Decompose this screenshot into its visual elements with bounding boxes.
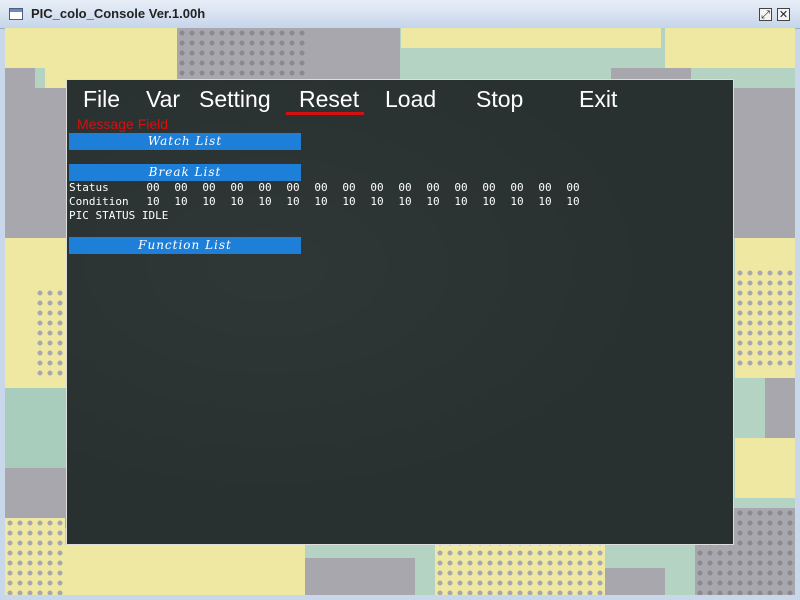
status-value: 00 <box>538 181 552 194</box>
condition-value: 10 <box>482 195 496 208</box>
bg-block <box>305 558 415 595</box>
status-value: 00 <box>258 181 272 194</box>
menu-file[interactable]: File <box>83 86 120 116</box>
break-list-header[interactable]: Break List <box>69 164 301 181</box>
bg-block <box>5 518 65 595</box>
menu-exit[interactable]: Exit <box>579 86 617 116</box>
title-bar[interactable]: PIC_colo_Console Ver.1.00h ⤢ ✕ <box>0 0 800 29</box>
menu-setting[interactable]: Setting <box>199 86 271 116</box>
condition-label: Condition <box>69 195 129 208</box>
condition-value: 10 <box>398 195 412 208</box>
bg-block <box>401 28 661 48</box>
bg-block <box>605 568 665 595</box>
status-value: 00 <box>314 181 328 194</box>
status-label: Status <box>69 181 109 194</box>
condition-value: 10 <box>314 195 328 208</box>
restore-icon[interactable]: ⤢ <box>759 8 772 21</box>
status-value: 00 <box>286 181 300 194</box>
condition-value: 10 <box>174 195 188 208</box>
status-value: 00 <box>510 181 524 194</box>
window-title: PIC_colo_Console Ver.1.00h <box>31 6 206 21</box>
status-value: 00 <box>426 181 440 194</box>
bg-block <box>735 438 795 498</box>
bg-block <box>765 378 795 438</box>
active-menu-underline <box>286 112 364 115</box>
bg-block <box>65 545 305 595</box>
menu-load[interactable]: Load <box>385 86 436 116</box>
condition-value: 10 <box>230 195 244 208</box>
condition-value: 10 <box>146 195 160 208</box>
status-value: 00 <box>454 181 468 194</box>
condition-value: 10 <box>510 195 524 208</box>
condition-value: 10 <box>202 195 216 208</box>
status-value: 00 <box>398 181 412 194</box>
bg-block <box>305 28 400 80</box>
bg-block <box>5 88 67 238</box>
bg-block <box>35 288 67 378</box>
pic-status: PIC STATUS IDLE <box>69 209 169 222</box>
bg-block <box>177 28 317 80</box>
status-value: 00 <box>342 181 356 194</box>
bg-block <box>735 268 795 368</box>
watch-list-header[interactable]: Watch List <box>69 133 301 150</box>
condition-value: 10 <box>426 195 440 208</box>
window-icon <box>9 8 23 20</box>
status-value: 00 <box>146 181 160 194</box>
menu-var[interactable]: Var <box>146 86 180 116</box>
condition-value: 10 <box>566 195 580 208</box>
bg-block <box>5 388 67 468</box>
app-window: PIC_colo_Console Ver.1.00h ⤢ ✕ File Var … <box>0 0 800 600</box>
close-icon[interactable]: ✕ <box>777 8 790 21</box>
status-value: 00 <box>566 181 580 194</box>
condition-value: 10 <box>258 195 272 208</box>
status-value: 00 <box>482 181 496 194</box>
menu-stop[interactable]: Stop <box>476 86 523 116</box>
status-value: 00 <box>174 181 188 194</box>
function-list-header[interactable]: Function List <box>69 237 301 254</box>
condition-value: 10 <box>342 195 356 208</box>
status-value: 00 <box>202 181 216 194</box>
condition-value: 10 <box>370 195 384 208</box>
condition-value: 10 <box>286 195 300 208</box>
status-value: 00 <box>370 181 384 194</box>
bg-block <box>665 28 795 68</box>
condition-value: 10 <box>538 195 552 208</box>
condition-value: 10 <box>454 195 468 208</box>
message-field: Message Field <box>77 116 169 132</box>
status-value: 00 <box>230 181 244 194</box>
